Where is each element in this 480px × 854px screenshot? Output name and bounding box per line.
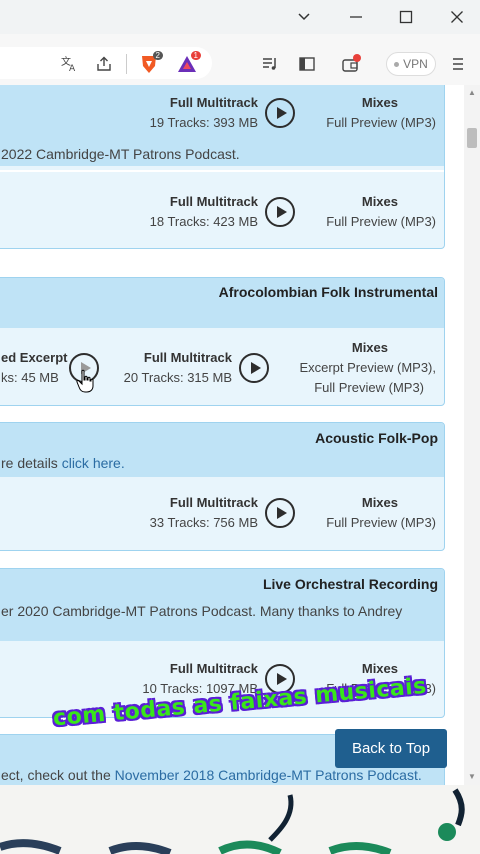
window-title-bar xyxy=(0,0,480,34)
card-description: er 2020 Cambridge-MT Patrons Podcast. Ma… xyxy=(1,603,403,619)
details-link[interactable]: click here. xyxy=(62,455,125,471)
wallet-icon[interactable] xyxy=(340,53,362,75)
play-multitrack-button[interactable] xyxy=(239,353,269,383)
maximize-button[interactable] xyxy=(394,5,418,29)
mixes-preview-link[interactable]: Full Preview (MP3) xyxy=(326,515,436,530)
mixes-label: Mixes xyxy=(361,495,398,510)
mixes-preview-link[interactable]: Full Preview (MP3) xyxy=(326,214,436,229)
vpn-button[interactable]: VPN xyxy=(386,52,436,76)
mixes-label: Mixes xyxy=(361,194,398,209)
multitrack-info: 33 Tracks: 756 MB xyxy=(149,515,258,530)
play-multitrack-button[interactable] xyxy=(265,197,295,227)
brave-rewards-icon[interactable]: 1 xyxy=(176,51,201,75)
mixes-label: Mixes xyxy=(361,95,398,110)
brave-rewards-badge: 1 xyxy=(190,51,201,60)
background-artwork xyxy=(0,785,480,854)
multitrack-label: Full Multitrack xyxy=(143,350,232,365)
description-text: ect, check out the xyxy=(1,767,115,783)
card-description: 2022 Cambridge-MT Patrons Podcast. xyxy=(1,146,240,162)
scroll-down-arrow-icon[interactable]: ▼ xyxy=(466,772,478,781)
mixes-label: Mixes xyxy=(361,661,398,676)
minimize-button[interactable] xyxy=(344,5,368,29)
brave-shields-badge: 2 xyxy=(152,51,163,60)
toolbar-divider xyxy=(126,54,127,74)
hand-cursor-icon xyxy=(76,369,94,393)
multitrack-info: 19 Tracks: 393 MB xyxy=(149,115,258,130)
multitrack-label: Full Multitrack xyxy=(169,661,258,676)
svg-text:A: A xyxy=(69,64,76,73)
multitrack-info: 18 Tracks: 423 MB xyxy=(149,214,258,229)
multitrack-info: 20 Tracks: 315 MB xyxy=(123,370,232,385)
multitrack-label: Full Multitrack xyxy=(169,194,258,209)
vpn-status-dot xyxy=(394,61,400,67)
menu-icon[interactable] xyxy=(447,53,469,75)
card-description: re details click here. xyxy=(1,455,125,471)
playlist-icon[interactable] xyxy=(259,53,281,75)
multitrack-label: Full Multitrack xyxy=(169,495,258,510)
podcast-link[interactable]: November 2018 Cambridge-MT Patrons Podca… xyxy=(115,767,422,783)
play-multitrack-button[interactable] xyxy=(265,98,295,128)
card-genre-title: Live Orchestral Recording xyxy=(262,576,438,592)
brush-art-image xyxy=(0,788,465,854)
song-card: 2022 Cambridge-MT Patrons Podcast. Full … xyxy=(0,85,445,249)
page-scrollbar[interactable] xyxy=(464,85,480,785)
card-genre-title: Afrocolombian Folk Instrumental xyxy=(218,284,438,300)
mixes-preview-link[interactable]: Full Preview (MP3) xyxy=(326,115,436,130)
excerpt-info: ks: 45 MB xyxy=(1,370,59,385)
vpn-label: VPN xyxy=(403,57,428,71)
brave-shields-icon[interactable]: 2 xyxy=(138,51,163,75)
card-description: ect, check out the November 2018 Cambrid… xyxy=(1,767,422,783)
song-card: Acoustic Folk-Pop re details click here.… xyxy=(0,422,445,551)
scrollbar-thumb[interactable] xyxy=(467,128,477,148)
back-to-top-button[interactable]: Back to Top xyxy=(335,729,447,768)
mixes-excerpt-link[interactable]: Excerpt Preview (MP3), xyxy=(299,360,436,375)
scroll-up-arrow-icon[interactable]: ▲ xyxy=(466,88,478,97)
close-button[interactable] xyxy=(445,5,469,29)
tab-list-dropdown-icon[interactable] xyxy=(292,5,316,29)
description-text: re details xyxy=(1,455,62,471)
sidebar-icon[interactable] xyxy=(296,53,318,75)
share-icon[interactable] xyxy=(93,53,115,75)
translate-icon[interactable]: 文A xyxy=(58,53,80,75)
play-multitrack-button[interactable] xyxy=(265,498,295,528)
song-card: Afrocolombian Folk Instrumental ed Excer… xyxy=(0,277,445,406)
mixes-label: Mixes xyxy=(351,340,388,355)
card-genre-title: Acoustic Folk-Pop xyxy=(315,430,438,446)
excerpt-label: ed Excerpt xyxy=(1,350,68,365)
mixes-preview-link[interactable]: Full Preview (MP3) xyxy=(314,380,424,395)
multitrack-label: Full Multitrack xyxy=(169,95,258,110)
